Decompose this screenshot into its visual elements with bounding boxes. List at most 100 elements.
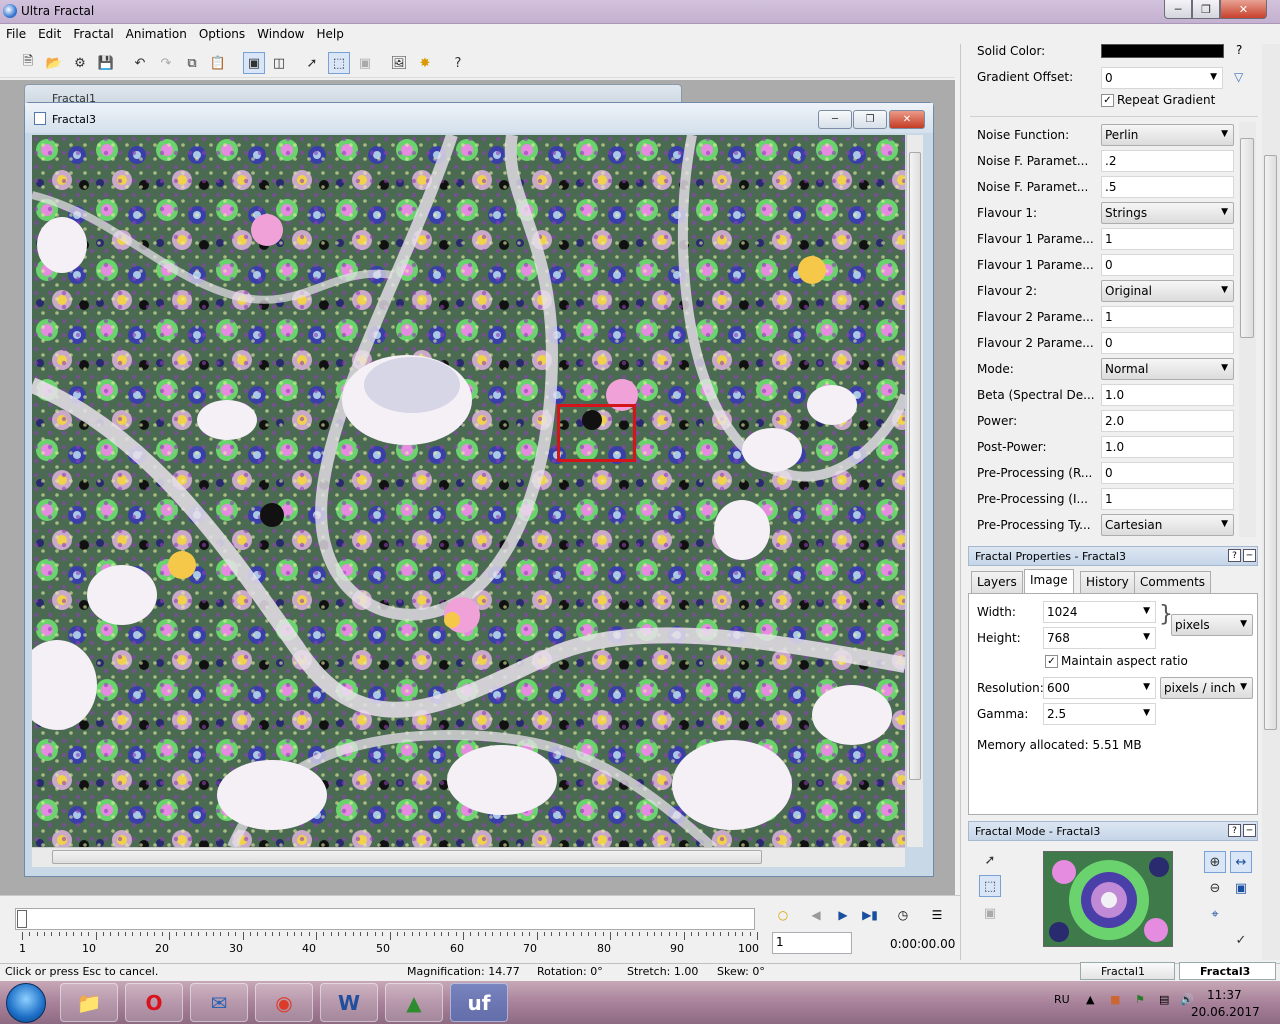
copy-icon[interactable]: ⧉ <box>181 52 203 74</box>
menu-help[interactable]: Help <box>310 24 349 46</box>
param-field[interactable]: 1.0 <box>1101 436 1234 458</box>
app-icon[interactable]: ▲ <box>385 983 443 1022</box>
open-icon[interactable]: 📂 <box>43 52 65 74</box>
gradient-offset-field[interactable]: 0 ▼ <box>1101 67 1223 89</box>
crop-mode-icon[interactable]: ▣ <box>354 52 376 74</box>
paste-icon[interactable]: 📋 <box>207 52 229 74</box>
menu-animation[interactable]: Animation <box>120 24 193 46</box>
resolution-units-select[interactable]: pixels / inch ▼ <box>1160 677 1253 699</box>
param-field[interactable]: .5 <box>1101 176 1234 198</box>
crop-icon[interactable]: ⌖ <box>1204 903 1226 925</box>
clock-date[interactable]: 20.06.2017 <box>1191 1005 1260 1019</box>
pointer-icon[interactable]: ➚ <box>301 52 323 74</box>
tab-comments[interactable]: Comments <box>1134 571 1212 593</box>
previous-frame-icon[interactable]: ◀ <box>806 906 826 924</box>
show-hidden-icons-icon[interactable]: ▲ <box>1086 993 1094 1006</box>
language-indicator[interactable]: RU <box>1054 993 1070 1006</box>
param-field[interactable]: 0 <box>1101 462 1234 484</box>
animation-settings-icon[interactable]: ◷ <box>893 906 913 924</box>
param-help-icon[interactable]: ? <box>1236 43 1242 57</box>
flag-icon[interactable]: ⚑ <box>1135 993 1145 1006</box>
param-field[interactable]: 1 <box>1101 306 1234 328</box>
select-mode-icon[interactable]: ⬚ <box>979 875 1001 897</box>
param-field[interactable]: 2.0 <box>1101 410 1234 432</box>
fractal-canvas[interactable] <box>32 135 905 847</box>
save-icon[interactable]: 💾 <box>95 52 117 74</box>
pointer-icon[interactable]: ➚ <box>979 849 1001 871</box>
param-select[interactable]: Original ▼ <box>1101 280 1234 302</box>
fractal3-close-button[interactable]: ✕ <box>889 110 925 129</box>
thunderbird-icon[interactable]: ✉ <box>190 983 248 1022</box>
timeline-track[interactable] <box>15 908 755 930</box>
maintain-aspect-checkbox[interactable]: ✓ <box>1045 655 1058 668</box>
help-icon[interactable]: ? <box>1228 549 1241 562</box>
doc-tab-fractal1[interactable]: Fractal1 <box>1080 962 1175 980</box>
tab-history[interactable]: History <box>1080 571 1135 593</box>
select-mode-icon[interactable]: ⬚ <box>328 52 350 74</box>
zoom-in-icon[interactable]: ⊕ <box>1204 851 1226 873</box>
param-field[interactable]: 1 <box>1101 228 1234 250</box>
open-formula-icon[interactable]: ⚙ <box>69 52 91 74</box>
move-mode-icon[interactable]: ▣ <box>979 902 1001 924</box>
opera-icon[interactable]: O <box>125 983 183 1022</box>
help-icon[interactable]: ? <box>447 52 469 74</box>
zoom-selection-box[interactable] <box>557 404 636 462</box>
collapse-icon[interactable]: ─ <box>1243 549 1256 562</box>
render-icon[interactable]: 🖼 <box>388 52 410 74</box>
solid-color-swatch[interactable] <box>1101 44 1224 58</box>
repeat-gradient-checkbox[interactable]: ✓ <box>1101 94 1114 107</box>
start-button[interactable] <box>6 983 46 1023</box>
height-field[interactable]: 768 ▼ <box>1043 627 1156 649</box>
collapse-icon[interactable]: ─ <box>1243 824 1256 837</box>
tab-image[interactable]: Image <box>1024 569 1074 594</box>
fractal3-titlebar[interactable] <box>25 103 933 133</box>
fractal-window-icon[interactable]: ▣ <box>243 52 265 74</box>
undo-icon[interactable]: ↶ <box>129 52 151 74</box>
ultra-fractal-taskbar-icon[interactable]: uf <box>450 983 508 1022</box>
param-field[interactable]: 1 <box>1101 488 1234 510</box>
record-keyframe-icon[interactable]: ○ <box>773 906 793 924</box>
param-select[interactable]: Perlin ▼ <box>1101 124 1234 146</box>
param-field[interactable]: .2 <box>1101 150 1234 172</box>
minimize-button[interactable]: ─ <box>1164 0 1192 19</box>
param-select[interactable]: Strings ▼ <box>1101 202 1234 224</box>
gradient-expand-icon[interactable]: ▽ <box>1234 70 1243 84</box>
param-field[interactable]: 0 <box>1101 254 1234 276</box>
width-field[interactable]: 1024 ▼ <box>1043 601 1156 623</box>
resolution-field[interactable]: 600 ▼ <box>1043 677 1156 699</box>
network-icon[interactable]: ▤ <box>1159 993 1169 1006</box>
fractal3-maximize-button[interactable]: ❐ <box>853 110 887 129</box>
menu-edit[interactable]: Edit <box>32 24 67 46</box>
menu-file[interactable]: File <box>0 24 32 46</box>
explorer-icon[interactable]: 📁 <box>60 983 118 1022</box>
gamma-field[interactable]: 2.5 ▼ <box>1043 703 1156 725</box>
size-units-select[interactable]: pixels ▼ <box>1171 614 1253 636</box>
redo-icon[interactable]: ↷ <box>155 52 177 74</box>
chrome-icon[interactable]: ◉ <box>255 983 313 1022</box>
gradient-window-icon[interactable]: ◫ <box>268 52 290 74</box>
tray-app-icon[interactable]: ■ <box>1110 993 1120 1006</box>
doc-tab-fractal3[interactable]: Fractal3 <box>1179 962 1276 980</box>
params-scroll-thumb[interactable] <box>1240 138 1254 338</box>
fractal-preview-thumbnail[interactable] <box>1043 851 1173 947</box>
next-frame-icon[interactable]: ▶▮ <box>860 906 880 924</box>
fractal-horizontal-scroll-thumb[interactable] <box>52 850 762 864</box>
param-field[interactable]: 1.0 <box>1101 384 1234 406</box>
param-field[interactable]: 0 <box>1101 332 1234 354</box>
menu-options[interactable]: Options <box>193 24 251 46</box>
maximize-button[interactable]: ❐ <box>1192 0 1220 19</box>
param-select[interactable]: Normal ▼ <box>1101 358 1234 380</box>
fractal-vertical-scroll-thumb[interactable] <box>909 152 921 780</box>
new-icon[interactable]: 🗎 <box>17 52 39 74</box>
full-screen-icon[interactable]: ▣ <box>1230 877 1252 899</box>
tab-layers[interactable]: Layers <box>971 571 1023 593</box>
apply-check-icon[interactable]: ✓ <box>1230 929 1252 951</box>
play-icon[interactable]: ▶ <box>833 906 853 924</box>
help-icon[interactable]: ? <box>1228 824 1241 837</box>
timeline-handle[interactable] <box>17 910 27 928</box>
word-icon[interactable]: W <box>320 983 378 1022</box>
fit-window-icon[interactable]: ↔ <box>1230 851 1252 873</box>
right-panel-scroll-thumb[interactable] <box>1264 155 1277 730</box>
fractal3-minimize-button[interactable]: ─ <box>818 110 852 129</box>
param-select[interactable]: Cartesian ▼ <box>1101 514 1234 536</box>
